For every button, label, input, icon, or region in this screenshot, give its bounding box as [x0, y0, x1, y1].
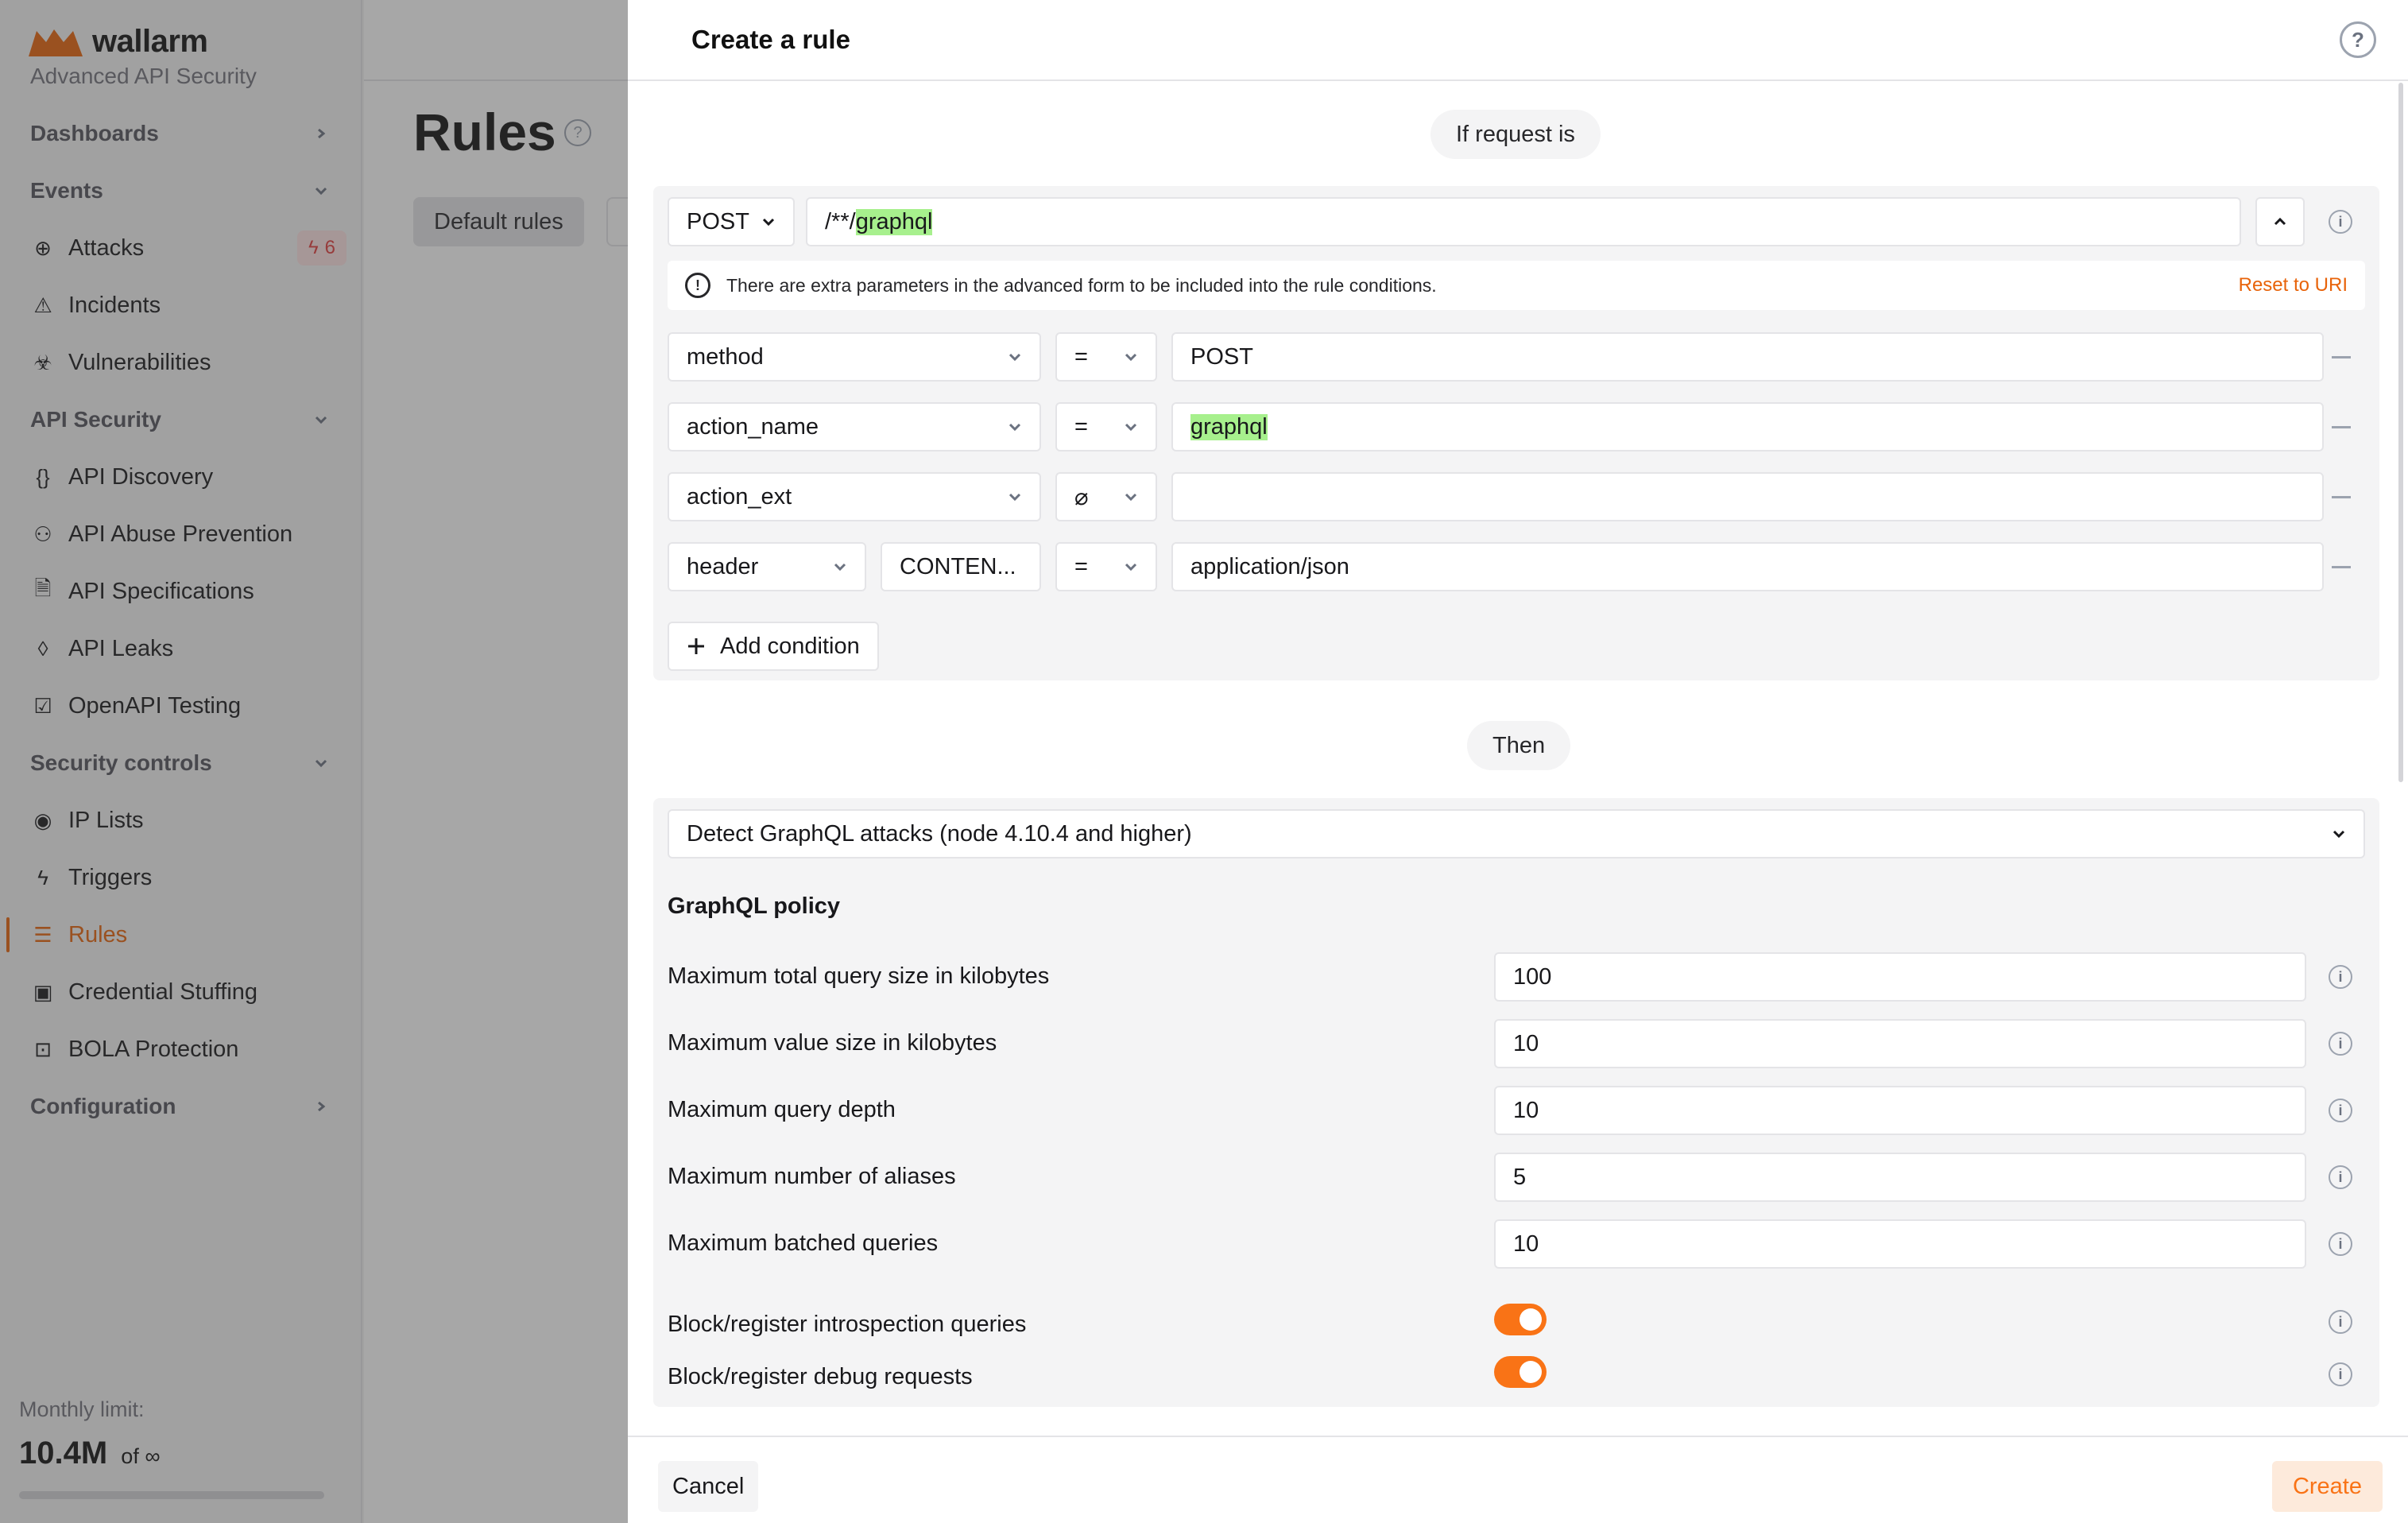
add-condition-label: Add condition [720, 633, 860, 659]
condition-value: application/json [1190, 553, 1349, 579]
remove-condition-icon[interactable] [2332, 356, 2351, 358]
condition-value: POST [1190, 343, 1253, 370]
condition-param: method [687, 343, 764, 370]
policy-field-label: Maximum number of aliases [668, 1164, 956, 1189]
policy-field-input[interactable]: 5 [1494, 1153, 2306, 1202]
condition-param-select[interactable]: action_ext [668, 472, 1041, 521]
drawer-scrollbar[interactable] [2398, 83, 2403, 782]
uri-highlight: graphql [855, 208, 933, 235]
graphql-policy-title: GraphQL policy [668, 893, 841, 919]
condition-operator-select[interactable]: ⌀ [1055, 472, 1157, 521]
policy-field-input[interactable]: 10 [1494, 1219, 2306, 1269]
chevron-down-icon [1008, 493, 1021, 502]
policy-toggle[interactable] [1494, 1356, 1547, 1388]
info-icon[interactable]: i [2329, 210, 2352, 234]
help-icon[interactable]: ? [2340, 21, 2376, 58]
create-button[interactable]: Create [2271, 1461, 2383, 1512]
chevron-down-icon [1008, 353, 1021, 362]
info-icon[interactable]: i [2329, 1232, 2352, 1256]
chevron-down-icon [1125, 493, 1137, 502]
policy-field-input[interactable]: 10 [1494, 1086, 2306, 1135]
alert-circle-icon: ! [685, 273, 710, 298]
info-icon[interactable]: i [2329, 1032, 2352, 1056]
chevron-down-icon [762, 218, 775, 227]
advanced-notice: ! There are extra parameters in the adva… [668, 261, 2365, 310]
policy-toggle[interactable] [1494, 1304, 1547, 1335]
condition-param-select[interactable]: header [668, 542, 866, 591]
condition-value-input[interactable] [1171, 472, 2324, 521]
condition-sub-input[interactable]: CONTEN... [881, 542, 1041, 591]
reset-to-uri-link[interactable]: Reset to URI [2239, 274, 2348, 296]
action-select-value: Detect GraphQL attacks (node 4.10.4 and … [687, 820, 1192, 847]
condition-operator: = [1074, 343, 1088, 370]
chevron-down-icon [2333, 830, 2345, 839]
condition-value-input[interactable]: application/json [1171, 542, 2324, 591]
policy-field-label: Maximum query depth [668, 1097, 896, 1122]
info-icon[interactable]: i [2329, 1310, 2352, 1334]
info-icon[interactable]: i [2329, 965, 2352, 989]
condition-operator: = [1074, 413, 1088, 440]
remove-condition-icon[interactable] [2332, 426, 2351, 428]
condition-param-select[interactable]: method [668, 332, 1041, 382]
chevron-down-icon [834, 563, 846, 572]
policy-field-value: 10 [1513, 1030, 1539, 1056]
policy-field-value: 5 [1513, 1164, 1527, 1190]
toggle-label: Block/register debug requests [668, 1364, 973, 1389]
drawer-title: Create a rule [691, 25, 850, 54]
cancel-button[interactable]: Cancel [658, 1461, 759, 1512]
condition-operator: = [1074, 553, 1088, 579]
condition-value-input[interactable]: graphql [1171, 402, 2324, 451]
condition-sub: CONTEN... [900, 553, 1016, 579]
condition-param: action_ext [687, 483, 792, 510]
policy-field-label: Maximum value size in kilobytes [668, 1030, 997, 1056]
policy-field-input[interactable]: 100 [1494, 952, 2306, 1002]
remove-condition-icon[interactable] [2332, 566, 2351, 568]
conditions-panel: POST /**/graphql i ! There are extra par… [653, 186, 2379, 680]
condition-value-input[interactable]: POST [1171, 332, 2324, 382]
uri-prefix: /**/ [825, 208, 856, 234]
add-condition-button[interactable]: Add condition [668, 622, 879, 671]
condition-operator: ⌀ [1074, 484, 1089, 510]
then-label: Then [1467, 721, 1571, 770]
notice-text: There are extra parameters in the advanc… [726, 274, 1437, 296]
drawer-footer: Cancel Create [628, 1436, 2408, 1523]
chevron-down-icon [1125, 423, 1137, 432]
create-rule-drawer: Create a rule ? If request is POST /**/g… [628, 0, 2408, 1523]
info-icon[interactable]: i [2329, 1165, 2352, 1189]
info-icon[interactable]: i [2329, 1099, 2352, 1122]
action-panel: Detect GraphQL attacks (node 4.10.4 and … [653, 798, 2379, 1407]
if-request-label: If request is [1430, 110, 1601, 159]
action-select[interactable]: Detect GraphQL attacks (node 4.10.4 and … [668, 809, 2365, 858]
remove-condition-icon[interactable] [2332, 496, 2351, 498]
info-icon[interactable]: i [2329, 1362, 2352, 1386]
method-value: POST [687, 208, 749, 234]
chevron-down-icon [1125, 353, 1137, 362]
policy-field-value: 10 [1513, 1230, 1539, 1257]
toggle-label: Block/register introspection queries [668, 1312, 1027, 1337]
plus-icon [688, 638, 704, 654]
condition-operator-select[interactable]: = [1055, 332, 1157, 382]
policy-field-label: Maximum batched queries [668, 1230, 939, 1256]
policy-field-value: 100 [1513, 963, 1552, 990]
condition-param-select[interactable]: action_name [668, 402, 1041, 451]
chevron-down-icon [1008, 423, 1021, 432]
condition-param: action_name [687, 413, 819, 440]
condition-operator-select[interactable]: = [1055, 542, 1157, 591]
drawer-header: Create a rule ? [628, 0, 2408, 81]
collapse-advanced-button[interactable] [2255, 197, 2305, 246]
chevron-down-icon [1125, 563, 1137, 572]
method-select[interactable]: POST [668, 197, 795, 246]
policy-field-value: 10 [1513, 1097, 1539, 1123]
condition-value: graphql [1190, 413, 1268, 440]
uri-input[interactable]: /**/graphql [806, 197, 2241, 246]
condition-param: header [687, 553, 759, 579]
condition-operator-select[interactable]: = [1055, 402, 1157, 451]
policy-field-label: Maximum total query size in kilobytes [668, 963, 1050, 989]
chevron-up-icon [2274, 217, 2286, 226]
policy-field-input[interactable]: 10 [1494, 1019, 2306, 1068]
